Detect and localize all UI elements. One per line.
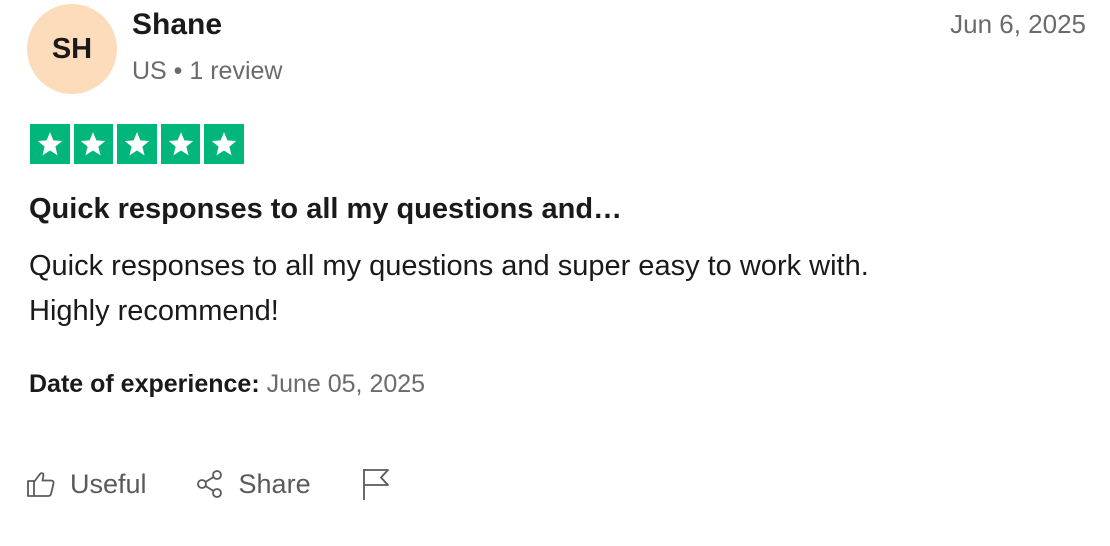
useful-button[interactable]: Useful xyxy=(26,469,147,500)
review-body-line: Quick responses to all my questions and … xyxy=(29,250,869,282)
flag-icon xyxy=(361,467,391,501)
review-title[interactable]: Quick responses to all my questions and… xyxy=(29,190,622,228)
star-icon xyxy=(73,124,114,164)
share-label: Share xyxy=(238,468,311,499)
star-rating xyxy=(30,124,244,164)
useful-label: Useful xyxy=(70,468,147,499)
review-actions: Useful Share xyxy=(26,462,391,506)
star-icon xyxy=(160,124,201,164)
review-body: Quick responses to all my questions and … xyxy=(29,244,1069,334)
reviewer-meta: US • 1 review xyxy=(132,57,283,85)
reviewer-name[interactable]: Shane xyxy=(132,6,222,44)
review-date: Jun 6, 2025 xyxy=(950,9,1086,39)
thumbs-up-icon xyxy=(26,470,56,498)
share-icon xyxy=(195,469,225,499)
star-icon xyxy=(30,124,70,164)
star-icon xyxy=(204,124,244,164)
report-button[interactable] xyxy=(361,467,391,501)
review-card: SH Shane US • 1 review Jun 6, 2025 Quick… xyxy=(0,0,1110,546)
experience-date: June 05, 2025 xyxy=(266,370,426,398)
date-of-experience: Date of experience: June 05, 2025 xyxy=(29,366,425,402)
review-body-line: Highly recommend! xyxy=(29,295,279,327)
avatar[interactable]: SH xyxy=(27,4,117,94)
experience-label: Date of experience: xyxy=(29,370,260,398)
star-icon xyxy=(117,124,157,164)
share-button[interactable]: Share xyxy=(195,469,311,500)
